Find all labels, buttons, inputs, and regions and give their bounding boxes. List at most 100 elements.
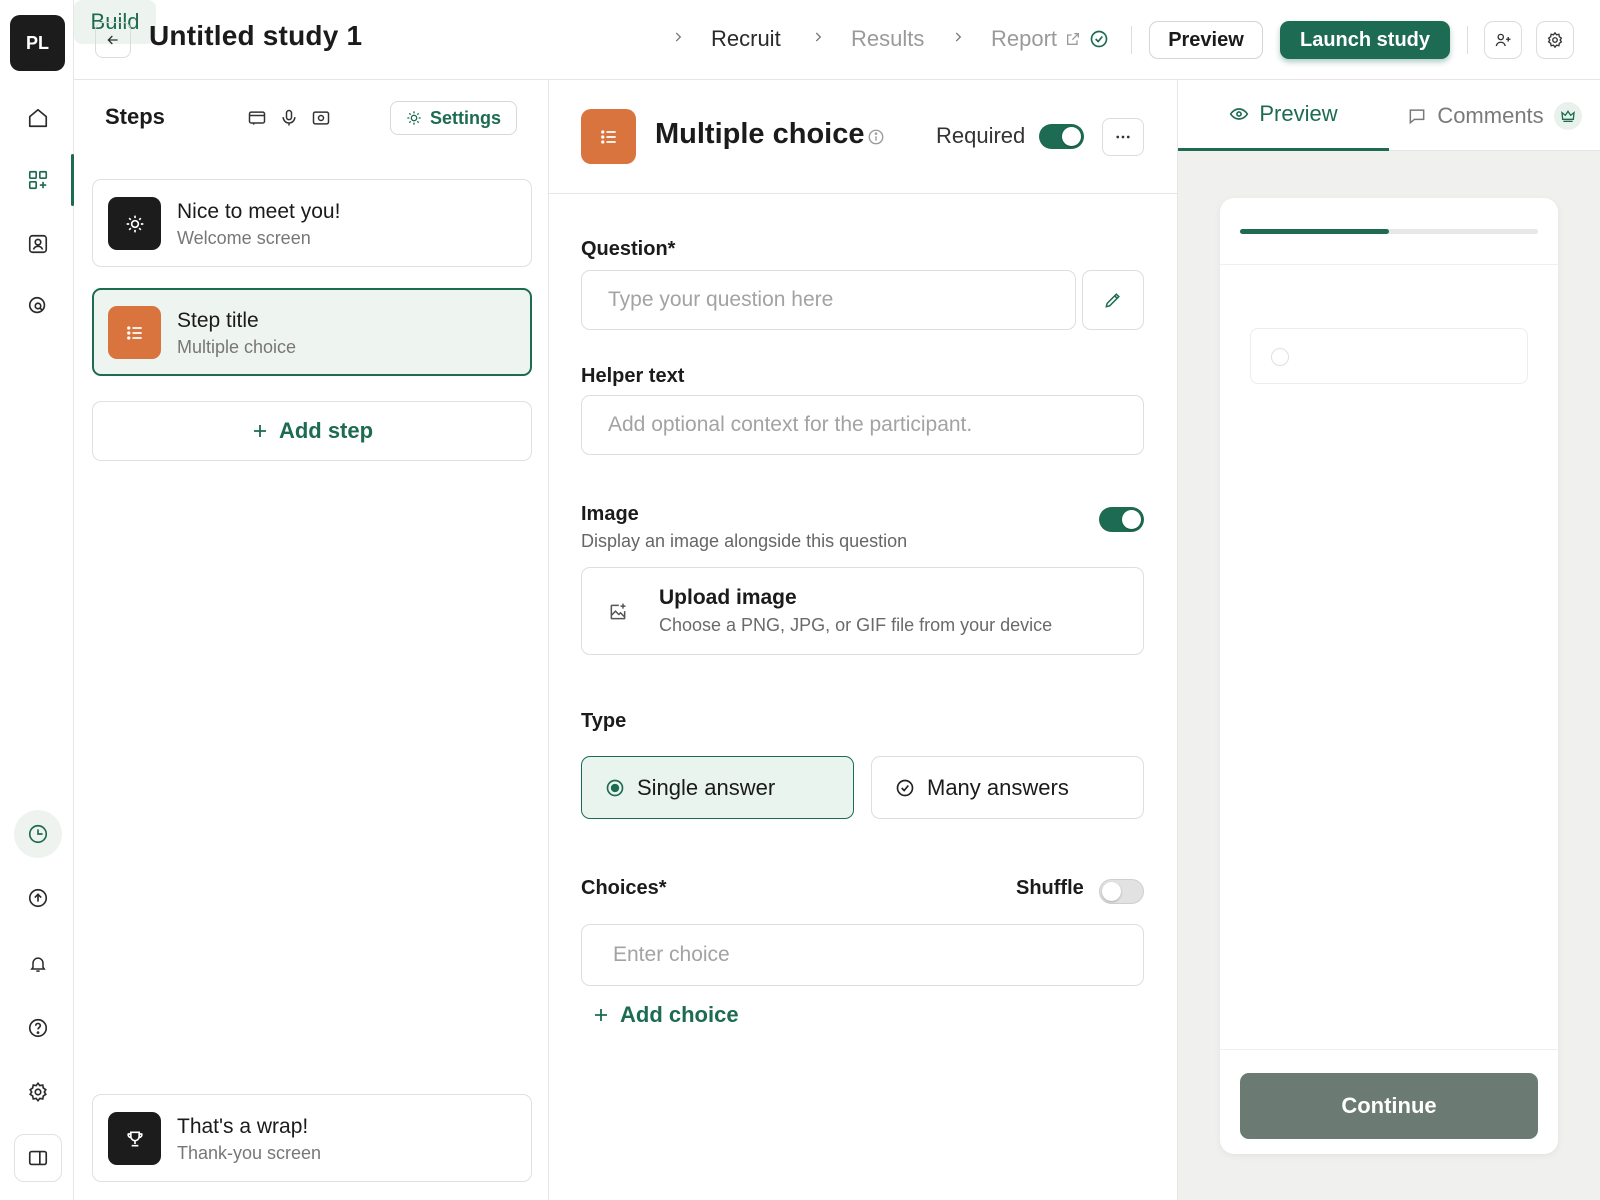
upload-image-dropzone[interactable]: Upload image Choose a PNG, JPG, or GIF f… (581, 567, 1144, 655)
tab-preview[interactable]: Preview (1178, 80, 1389, 151)
eye-icon (1230, 108, 1249, 120)
screen-record-icon[interactable] (311, 108, 331, 128)
upload-icon[interactable] (14, 874, 62, 922)
upload-subtitle: Choose a PNG, JPG, or GIF file from your… (659, 615, 1053, 635)
info-icon[interactable] (867, 128, 885, 146)
step-type: Multiple choice (177, 337, 297, 357)
layout-grid-icon[interactable] (14, 156, 62, 204)
single-answer-option[interactable]: Single answer (581, 756, 854, 819)
radio-icon (1271, 348, 1289, 366)
workspace-avatar[interactable]: PL (10, 15, 65, 71)
preview-divider (1220, 1049, 1558, 1050)
choices-label: Choices* (581, 877, 667, 899)
helper-text-label: Helper text (581, 365, 685, 387)
top-header: Untitled study 1 Build Recruit Results R… (74, 0, 1600, 80)
step-card-multiple-choice[interactable]: Step title Multiple choice (92, 288, 532, 376)
tab-report-label: Report (991, 26, 1058, 51)
more-options-button[interactable] (1102, 118, 1144, 156)
progress-bar (1240, 229, 1538, 234)
required-label: Required (936, 123, 1026, 148)
shuffle-label: Shuffle (1016, 877, 1084, 899)
choice-input[interactable] (581, 924, 1144, 986)
preview-tabs: Preview Comments (1178, 80, 1600, 151)
bell-icon[interactable] (14, 940, 62, 988)
progress-fill (1240, 229, 1389, 234)
step-type-title: Multiple choice (655, 118, 865, 150)
card-icon[interactable] (247, 108, 267, 128)
add-choice-button[interactable]: Add choice (592, 1002, 739, 1028)
step-type: Thank-you screen (177, 1143, 322, 1163)
header-divider (1131, 26, 1132, 54)
chevron-right-icon (671, 30, 685, 44)
microphone-icon[interactable] (279, 108, 299, 128)
pencil-icon (1105, 293, 1120, 308)
left-rail: PL (0, 0, 74, 1200)
list-icon (108, 306, 161, 359)
many-answers-option[interactable]: Many answers (871, 756, 1144, 819)
sun-icon (407, 111, 421, 125)
study-title[interactable]: Untitled study 1 (149, 20, 362, 52)
upload-title: Upload image (659, 586, 797, 609)
ellipsis-icon (1116, 135, 1130, 139)
single-answer-label: Single answer (637, 774, 776, 800)
question-input[interactable] (581, 270, 1076, 330)
steps-settings-button[interactable]: Settings (390, 101, 517, 135)
preview-button[interactable]: Preview (1149, 21, 1263, 59)
gear-icon[interactable] (14, 1068, 62, 1116)
check-circle-icon (896, 779, 914, 796)
plus-icon (253, 425, 266, 437)
image-toggle[interactable] (1099, 507, 1144, 532)
required-toggle[interactable] (1039, 124, 1084, 149)
tab-preview-label: Preview (1259, 101, 1338, 126)
preview-panel: Preview Comments Continue (1178, 80, 1600, 1200)
user-plus-icon (1495, 33, 1511, 47)
check-circle-icon (1090, 30, 1108, 48)
clock-icon[interactable] (14, 810, 62, 858)
back-button[interactable] (95, 22, 131, 58)
step-card-welcome[interactable]: Nice to meet you! Welcome screen (92, 179, 532, 267)
header-divider (1467, 26, 1468, 54)
tab-comments[interactable]: Comments (1389, 80, 1600, 151)
gear-icon (1547, 31, 1563, 49)
steps-panel: Steps Settings Nice to meet you! Welcome… (74, 80, 549, 1200)
tab-results[interactable]: Results (851, 24, 924, 54)
trophy-icon (108, 1112, 161, 1165)
contact-card-icon[interactable] (14, 220, 62, 268)
external-link-icon (1067, 33, 1080, 45)
add-collaborator-button[interactable] (1484, 21, 1522, 59)
list-icon (581, 109, 636, 164)
preview-choice-option[interactable] (1250, 328, 1528, 384)
image-label: Image (581, 503, 639, 525)
study-settings-button[interactable] (1536, 21, 1574, 59)
tab-report[interactable]: Report (991, 24, 1109, 54)
help-icon[interactable] (14, 1004, 62, 1052)
step-name: That's a wrap! (177, 1115, 309, 1138)
launch-study-button[interactable]: Launch study (1280, 21, 1450, 59)
rich-edit-button[interactable] (1082, 270, 1144, 330)
editor-header: Multiple choice Required (549, 80, 1178, 194)
comment-icon (1409, 108, 1425, 124)
helper-text-input[interactable] (581, 395, 1144, 455)
chart-search-icon[interactable] (14, 282, 62, 330)
tab-comments-label: Comments (1437, 102, 1544, 128)
chevron-right-icon (811, 30, 825, 44)
step-name: Nice to meet you! (177, 200, 341, 223)
sidebar-toggle-icon[interactable] (14, 1134, 62, 1182)
step-type: Welcome screen (177, 228, 311, 248)
tab-recruit[interactable]: Recruit (711, 24, 781, 54)
chevron-right-icon (951, 30, 965, 44)
step-name: Step title (177, 309, 259, 332)
image-plus-icon (608, 602, 628, 622)
add-choice-label: Add choice (620, 1002, 739, 1027)
participant-preview-frame: Continue (1220, 198, 1558, 1154)
radio-selected-icon (606, 779, 624, 796)
preview-divider (1220, 264, 1558, 265)
shuffle-toggle[interactable] (1099, 879, 1144, 904)
step-card-thank-you[interactable]: That's a wrap! Thank-you screen (92, 1094, 532, 1182)
add-step-label: Add step (278, 418, 374, 443)
add-step-button[interactable]: Add step (92, 401, 532, 461)
plus-icon (595, 1009, 607, 1021)
continue-button[interactable]: Continue (1240, 1073, 1538, 1139)
home-icon[interactable] (14, 94, 62, 142)
image-description: Display an image alongside this question (581, 531, 908, 551)
